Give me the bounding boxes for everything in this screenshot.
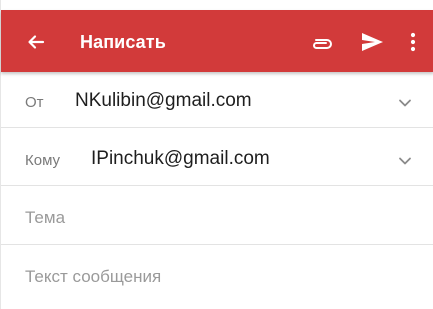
subject-input[interactable]	[25, 205, 405, 231]
send-icon[interactable]	[359, 30, 385, 54]
body-field	[1, 247, 433, 303]
paperclip-icon[interactable]	[310, 31, 334, 55]
to-label: Кому	[25, 152, 61, 169]
subject-field	[1, 189, 433, 245]
from-label: От	[25, 94, 44, 111]
message-body-input[interactable]	[25, 264, 405, 290]
back-arrow-icon[interactable]	[21, 27, 51, 57]
chevron-down-icon[interactable]	[398, 153, 412, 165]
to-field[interactable]: Кому IPinchuk@gmail.com	[1, 130, 433, 186]
compose-screen: Написать От NKulibin@gmail.com Кому IPin…	[0, 0, 433, 309]
to-address[interactable]: IPinchuk@gmail.com	[91, 148, 270, 170]
chevron-down-icon[interactable]	[398, 95, 412, 107]
from-field[interactable]: От NKulibin@gmail.com	[1, 72, 433, 128]
app-toolbar: Написать	[1, 10, 433, 72]
from-address[interactable]: NKulibin@gmail.com	[75, 90, 252, 112]
more-vert-icon[interactable]	[401, 29, 425, 55]
screen-title: Написать	[80, 32, 166, 52]
